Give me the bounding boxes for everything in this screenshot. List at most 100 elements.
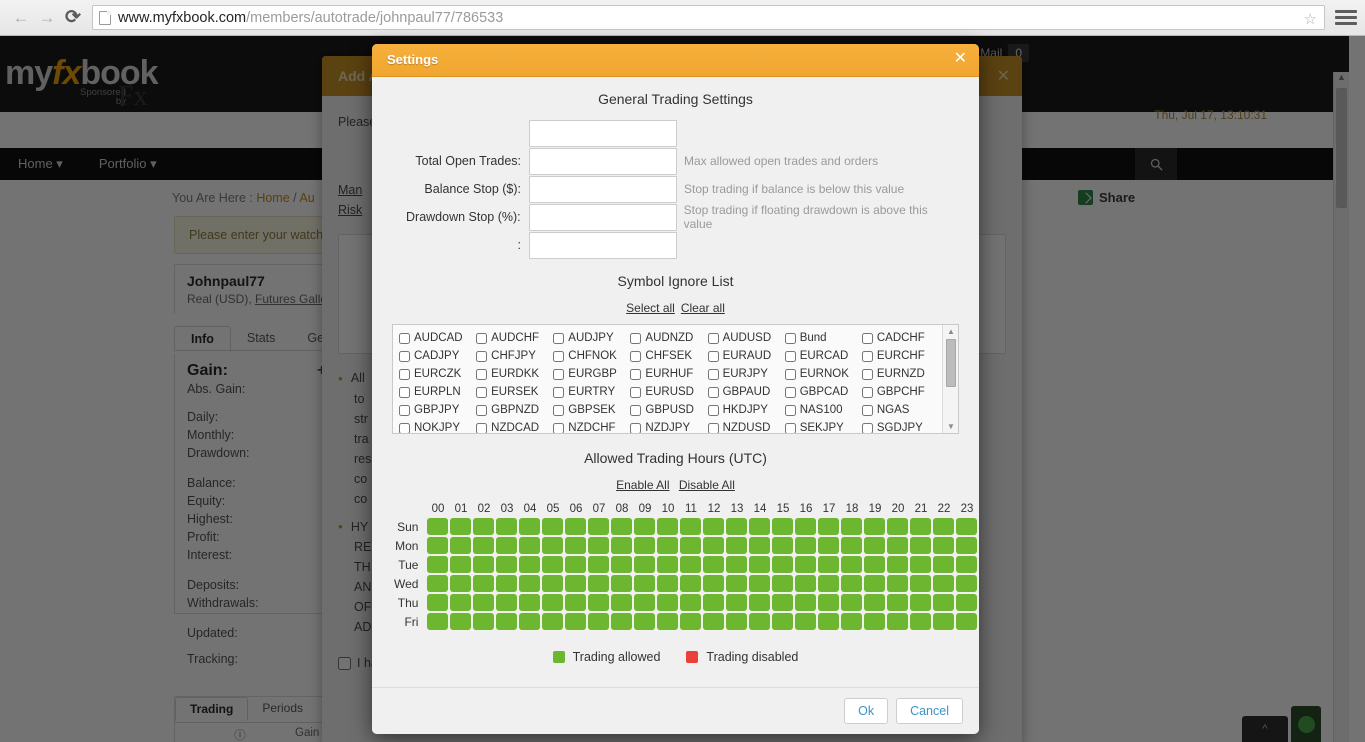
symbol-item-bund[interactable]: Bund [784, 329, 862, 347]
symbol-checkbox-gbpusd[interactable] [630, 404, 642, 416]
hour-cell-swatch[interactable] [956, 613, 978, 630]
hour-cell-swatch[interactable] [841, 594, 863, 611]
hour-cell-tue-19[interactable] [864, 556, 886, 573]
hour-cell-mon-14[interactable] [749, 537, 771, 554]
hour-cell-wed-06[interactable] [565, 575, 587, 592]
hour-cell-mon-17[interactable] [818, 537, 840, 554]
hour-cell-sun-09[interactable] [634, 518, 656, 535]
hour-cell-tue-10[interactable] [657, 556, 679, 573]
hour-cell-swatch[interactable] [657, 594, 679, 611]
hour-cell-swatch[interactable] [795, 556, 817, 573]
hour-cell-swatch[interactable] [496, 613, 518, 630]
hour-cell-thu-19[interactable] [864, 594, 886, 611]
symbol-item-gbpchf[interactable]: GBPCHF [861, 383, 939, 401]
hour-cell-wed-12[interactable] [703, 575, 725, 592]
hour-cell-swatch[interactable] [519, 556, 541, 573]
hour-cell-tue-15[interactable] [772, 556, 794, 573]
hour-cell-mon-23[interactable] [956, 537, 978, 554]
hour-cell-swatch[interactable] [841, 556, 863, 573]
hour-cell-swatch[interactable] [473, 594, 495, 611]
symbol-checkbox-eursek[interactable] [476, 386, 488, 398]
hour-cell-swatch[interactable] [864, 518, 886, 535]
symbol-checkbox-sekjpy[interactable] [784, 422, 796, 433]
hour-cell-mon-22[interactable] [933, 537, 955, 554]
hour-cell-fri-09[interactable] [634, 613, 656, 630]
scrollbar-thumb[interactable] [946, 339, 956, 387]
hour-cell-fri-19[interactable] [864, 613, 886, 630]
hour-cell-mon-03[interactable] [496, 537, 518, 554]
hour-cell-tue-07[interactable] [588, 556, 610, 573]
hour-cell-fri-05[interactable] [542, 613, 564, 630]
hour-cell-sun-03[interactable] [496, 518, 518, 535]
hour-cell-swatch[interactable] [657, 613, 679, 630]
hour-cell-swatch[interactable] [588, 613, 610, 630]
hour-cell-swatch[interactable] [956, 575, 978, 592]
hour-cell-sun-23[interactable] [956, 518, 978, 535]
hour-cell-tue-13[interactable] [726, 556, 748, 573]
symbol-checkbox-ngas[interactable] [861, 404, 873, 416]
hour-cell-swatch[interactable] [611, 575, 633, 592]
hour-cell-swatch[interactable] [795, 518, 817, 535]
ok-button[interactable]: Ok [844, 698, 889, 724]
hour-cell-swatch[interactable] [726, 575, 748, 592]
hour-cell-mon-02[interactable] [473, 537, 495, 554]
hour-cell-fri-17[interactable] [818, 613, 840, 630]
hour-cell-sun-15[interactable] [772, 518, 794, 535]
hour-cell-sun-08[interactable] [611, 518, 633, 535]
hour-cell-thu-04[interactable] [519, 594, 541, 611]
hour-cell-swatch[interactable] [427, 594, 449, 611]
hour-cell-swatch[interactable] [772, 518, 794, 535]
symbol-checkbox-nokjpy[interactable] [399, 422, 410, 433]
hour-cell-swatch[interactable] [795, 613, 817, 630]
symbol-item-audjpy[interactable]: AUDJPY [553, 329, 630, 347]
hour-cell-thu-20[interactable] [887, 594, 909, 611]
hour-cell-swatch[interactable] [749, 575, 771, 592]
symbol-checkbox-eurnzd[interactable] [861, 368, 873, 380]
symbol-checkbox-audnzd[interactable] [630, 332, 642, 344]
hour-cell-swatch[interactable] [818, 613, 840, 630]
hour-cell-swatch[interactable] [772, 575, 794, 592]
hour-cell-wed-15[interactable] [772, 575, 794, 592]
select-all-link[interactable]: Select all [626, 301, 675, 315]
symbol-list-scrollbar[interactable]: ▲ ▼ [942, 325, 958, 433]
hour-cell-swatch[interactable] [427, 556, 449, 573]
hour-cell-thu-09[interactable] [634, 594, 656, 611]
hour-cell-swatch[interactable] [680, 556, 702, 573]
hour-cell-fri-04[interactable] [519, 613, 541, 630]
hour-cell-swatch[interactable] [887, 594, 909, 611]
hour-cell-thu-10[interactable] [657, 594, 679, 611]
drawdown-stop-input[interactable] [528, 203, 677, 231]
hour-cell-swatch[interactable] [519, 537, 541, 554]
hour-cell-swatch[interactable] [703, 594, 725, 611]
symbol-checkbox-audcad[interactable] [399, 332, 410, 344]
hour-cell-swatch[interactable] [841, 518, 863, 535]
hour-cell-thu-23[interactable] [956, 594, 978, 611]
symbol-item-gbpsek[interactable]: GBPSEK [553, 401, 630, 419]
hour-cell-tue-14[interactable] [749, 556, 771, 573]
hour-cell-swatch[interactable] [703, 575, 725, 592]
symbol-checkbox-gbpnzd[interactable] [476, 404, 488, 416]
symbol-checkbox-chfnok[interactable] [553, 350, 565, 362]
hour-cell-mon-04[interactable] [519, 537, 541, 554]
hour-cell-fri-18[interactable] [841, 613, 863, 630]
symbol-item-eurtry[interactable]: EURTRY [553, 383, 630, 401]
hour-cell-tue-11[interactable] [680, 556, 702, 573]
hour-cell-swatch[interactable] [726, 556, 748, 573]
total-open-trades-input[interactable] [529, 147, 677, 175]
symbol-item-gbpusd[interactable]: GBPUSD [630, 401, 707, 419]
hour-cell-swatch[interactable] [887, 556, 909, 573]
back-arrow-icon[interactable]: ← [8, 5, 34, 31]
enable-all-link[interactable]: Enable All [616, 478, 669, 492]
hour-cell-swatch[interactable] [611, 537, 633, 554]
symbol-checkbox-gbpsek[interactable] [553, 404, 565, 416]
symbol-item-eurdkk[interactable]: EURDKK [476, 365, 553, 383]
hour-cell-swatch[interactable] [749, 613, 771, 630]
hour-cell-sun-06[interactable] [565, 518, 587, 535]
symbol-checkbox-bund[interactable] [784, 332, 796, 344]
hour-cell-mon-21[interactable] [910, 537, 932, 554]
hour-cell-wed-17[interactable] [818, 575, 840, 592]
hour-cell-mon-06[interactable] [565, 537, 587, 554]
hour-cell-swatch[interactable] [634, 537, 656, 554]
hour-cell-swatch[interactable] [910, 613, 932, 630]
symbol-item-nzdcad[interactable]: NZDCAD [476, 419, 553, 433]
